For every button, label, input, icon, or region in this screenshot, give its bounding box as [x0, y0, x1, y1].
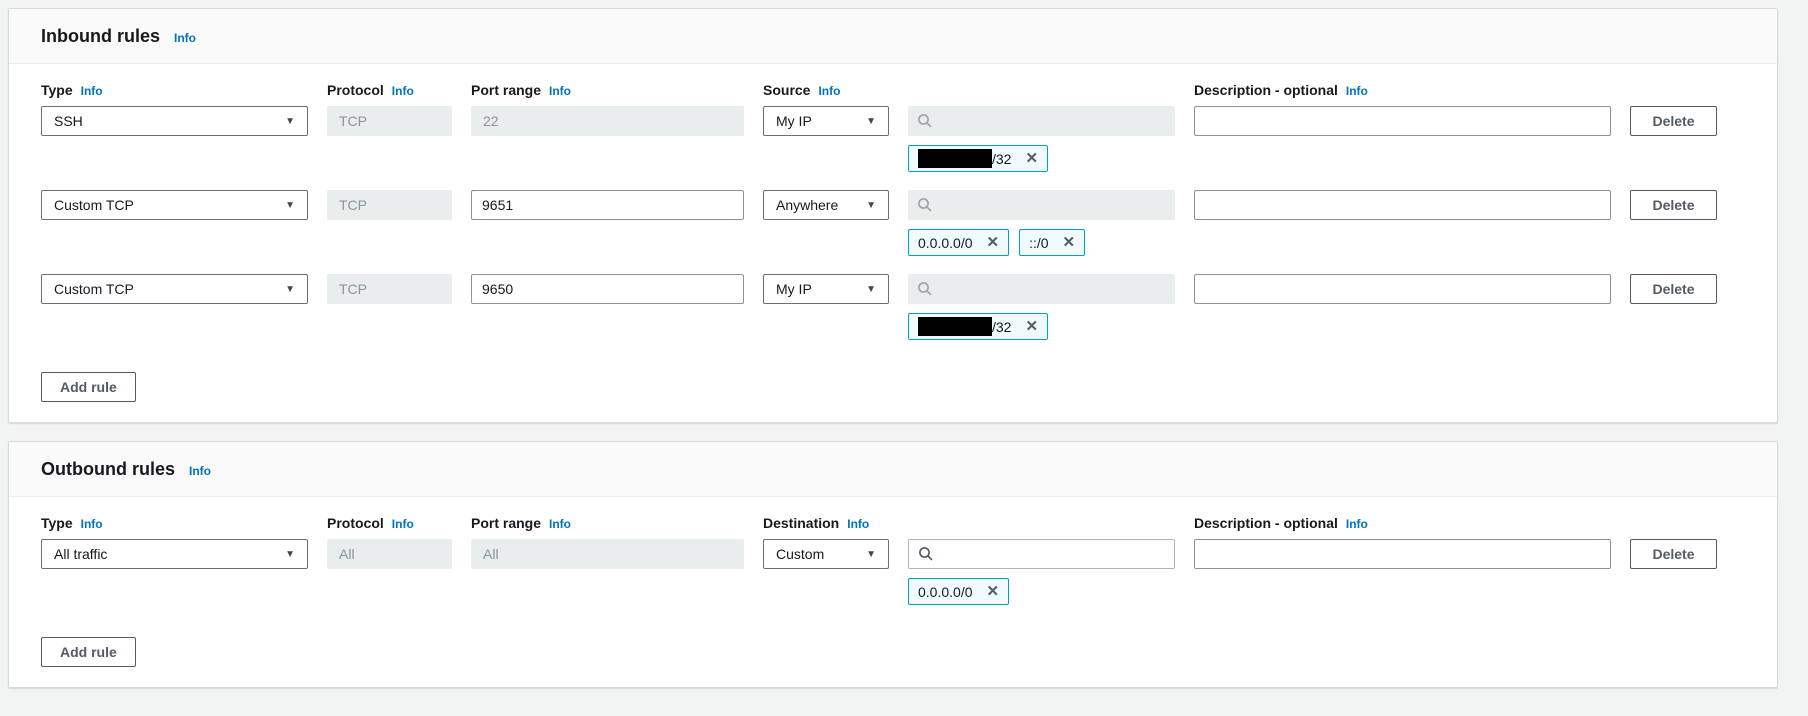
remove-token-icon[interactable]: ✕ — [987, 235, 1000, 250]
port-range-column-label: Port rangeInfo — [471, 82, 744, 98]
delete-button[interactable]: Delete — [1630, 539, 1717, 569]
chevron-down-icon: ▼ — [866, 200, 876, 211]
chevron-down-icon: ▼ — [866, 116, 876, 127]
description-input[interactable] — [1194, 190, 1611, 220]
chevron-down-icon: ▼ — [866, 549, 876, 560]
outbound-column-labels: TypeInfo ProtocolInfo Port rangeInfo Des… — [41, 515, 1717, 531]
outbound-rules-info-link[interactable]: Info — [189, 464, 211, 478]
source-column-label: SourceInfo — [763, 82, 889, 98]
delete-button[interactable]: Delete — [1630, 190, 1717, 220]
outbound-rule-row: All traffic▼ All All Custom▼ Delete — [41, 539, 1717, 569]
description-info-link[interactable]: Info — [1346, 84, 1368, 98]
inbound-rules-title: Inbound rules — [41, 26, 160, 47]
port-range-field: All — [471, 539, 744, 569]
cidr-token: /32 ✕ — [908, 145, 1048, 172]
remove-token-icon[interactable]: ✕ — [1025, 319, 1038, 334]
chevron-down-icon: ▼ — [285, 284, 295, 295]
inbound-rules-info-link[interactable]: Info — [174, 31, 196, 45]
cidr-token: /32 ✕ — [908, 313, 1048, 340]
chevron-down-icon: ▼ — [866, 284, 876, 295]
remove-token-icon[interactable]: ✕ — [1025, 151, 1038, 166]
destination-column-label: DestinationInfo — [763, 515, 889, 531]
search-icon — [917, 113, 933, 129]
port-range-info-link[interactable]: Info — [549, 84, 571, 98]
source-search-input — [908, 106, 1175, 136]
redacted-ip — [918, 149, 992, 168]
inbound-rule-tokens: /32 ✕ — [41, 313, 1717, 340]
inbound-rules-header: Inbound rules Info — [9, 9, 1777, 64]
destination-select[interactable]: Custom▼ — [763, 539, 889, 569]
remove-token-icon[interactable]: ✕ — [1063, 235, 1076, 250]
destination-info-link[interactable]: Info — [847, 517, 869, 531]
remove-token-icon[interactable]: ✕ — [987, 584, 1000, 599]
type-select[interactable]: All traffic▼ — [41, 539, 308, 569]
inbound-rule-row: Custom TCP▼ TCP Anywhere▼ Delete — [41, 190, 1717, 220]
protocol-field: TCP — [327, 106, 452, 136]
protocol-info-link[interactable]: Info — [392, 84, 414, 98]
type-column-label: TypeInfo — [41, 82, 308, 98]
source-search-input — [908, 190, 1175, 220]
source-select[interactable]: Anywhere▼ — [763, 190, 889, 220]
protocol-column-label: ProtocolInfo — [327, 82, 452, 98]
description-column-label: Description - optionalInfo — [1194, 515, 1611, 531]
add-rule-button[interactable]: Add rule — [41, 372, 136, 402]
source-select[interactable]: My IP▼ — [763, 106, 889, 136]
outbound-rules-card: Outbound rules Info TypeInfo ProtocolInf… — [8, 441, 1778, 688]
search-icon — [917, 197, 933, 213]
protocol-info-link[interactable]: Info — [392, 517, 414, 531]
port-range-input[interactable] — [471, 190, 744, 220]
redacted-ip — [918, 317, 992, 336]
type-info-link[interactable]: Info — [81, 517, 103, 531]
port-range-field: 22 — [471, 106, 744, 136]
outbound-rules-title: Outbound rules — [41, 459, 175, 480]
cidr-token: ::/0 ✕ — [1019, 229, 1085, 256]
outbound-rules-header: Outbound rules Info — [9, 442, 1777, 497]
inbound-rules-body: TypeInfo ProtocolInfo Port rangeInfo Sou… — [9, 64, 1777, 422]
type-info-link[interactable]: Info — [81, 84, 103, 98]
chevron-down-icon: ▼ — [285, 116, 295, 127]
delete-button[interactable]: Delete — [1630, 274, 1717, 304]
type-select[interactable]: Custom TCP▼ — [41, 190, 308, 220]
source-search-input — [908, 274, 1175, 304]
type-select[interactable]: Custom TCP▼ — [41, 274, 308, 304]
cidr-token: 0.0.0.0/0 ✕ — [908, 229, 1009, 256]
inbound-rule-row: Custom TCP▼ TCP My IP▼ Delete — [41, 274, 1717, 304]
port-range-column-label: Port rangeInfo — [471, 515, 744, 531]
port-range-input[interactable] — [471, 274, 744, 304]
description-input[interactable] — [1194, 274, 1611, 304]
description-input[interactable] — [1194, 539, 1611, 569]
chevron-down-icon: ▼ — [285, 200, 295, 211]
description-input[interactable] — [1194, 106, 1611, 136]
port-range-info-link[interactable]: Info — [549, 517, 571, 531]
protocol-field: All — [327, 539, 452, 569]
description-info-link[interactable]: Info — [1346, 517, 1368, 531]
protocol-field: TCP — [327, 190, 452, 220]
search-icon — [918, 546, 934, 562]
type-select[interactable]: SSH▼ — [41, 106, 308, 136]
type-column-label: TypeInfo — [41, 515, 308, 531]
inbound-column-labels: TypeInfo ProtocolInfo Port rangeInfo Sou… — [41, 82, 1717, 98]
chevron-down-icon: ▼ — [285, 549, 295, 560]
outbound-rules-body: TypeInfo ProtocolInfo Port rangeInfo Des… — [9, 497, 1777, 687]
cidr-token: 0.0.0.0/0 ✕ — [908, 578, 1009, 605]
inbound-rule-tokens: 0.0.0.0/0 ✕ ::/0 ✕ — [41, 229, 1717, 256]
inbound-rule-row: SSH▼ TCP 22 My IP▼ Delete — [41, 106, 1717, 136]
add-rule-button[interactable]: Add rule — [41, 637, 136, 667]
protocol-column-label: ProtocolInfo — [327, 515, 452, 531]
inbound-rule-tokens: /32 ✕ — [41, 145, 1717, 172]
inbound-rules-card: Inbound rules Info TypeInfo ProtocolInfo… — [8, 8, 1778, 423]
source-select[interactable]: My IP▼ — [763, 274, 889, 304]
source-info-link[interactable]: Info — [818, 84, 840, 98]
destination-search-input[interactable] — [908, 539, 1175, 569]
search-icon — [917, 281, 933, 297]
outbound-rule-tokens: 0.0.0.0/0 ✕ — [41, 578, 1717, 605]
delete-button[interactable]: Delete — [1630, 106, 1717, 136]
protocol-field: TCP — [327, 274, 452, 304]
description-column-label: Description - optionalInfo — [1194, 82, 1611, 98]
